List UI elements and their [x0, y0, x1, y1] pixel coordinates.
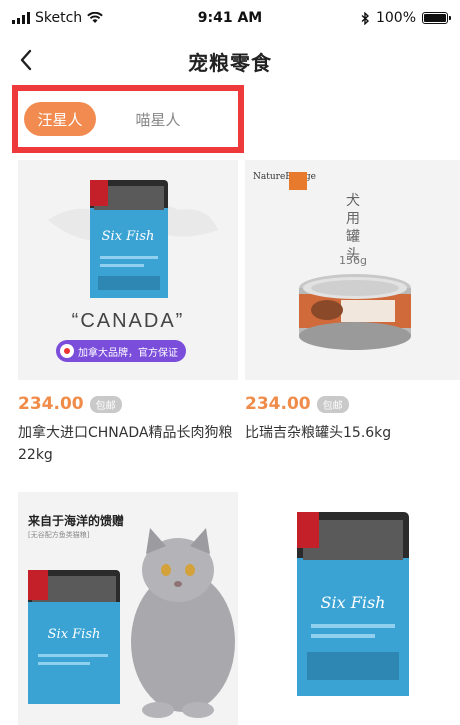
product-image[interactable]: Six Fish	[245, 492, 460, 725]
cat-food-bag-image: Six Fish	[28, 528, 235, 718]
product-image[interactable]: Six Fish “CANADA” 加拿大品牌，官方保证	[18, 160, 238, 380]
shipping-tag: 包邮	[89, 395, 122, 413]
svg-text:Six Fish: Six Fish	[48, 627, 101, 642]
fish-food-bag-image: Six Fish	[297, 512, 409, 696]
shipping-tag: 包邮	[316, 395, 349, 413]
svg-text:Six Fish: Six Fish	[102, 229, 155, 244]
price-row: 234.00 包邮	[18, 394, 122, 414]
battery-percent: 100%	[375, 10, 416, 26]
product-name[interactable]: 加拿大进口CHNADA精品长肉狗粮 22kg	[18, 422, 238, 466]
image-caption: “CANADA”	[71, 310, 185, 332]
svg-text:Six Fish: Six Fish	[321, 593, 386, 612]
category-tabs: 汪星人 喵星人	[12, 85, 244, 153]
battery-icon	[422, 12, 451, 24]
product-image[interactable]: NatureBridge 犬用罐头 156g	[245, 160, 460, 380]
product-price: 234.00	[18, 394, 84, 414]
status-bar: Sketch 9:41 AM 100%	[0, 0, 460, 36]
brand-guarantee-badge: 加拿大品牌，官方保证	[56, 340, 186, 362]
nav-bar: 宠粮零食	[0, 36, 460, 84]
product-name[interactable]: 比瑞吉杂粮罐头15.6kg	[245, 422, 460, 444]
status-right: 100%	[361, 10, 451, 26]
product-image[interactable]: 来自于海洋的馈赠 [无谷配方鱼类猫粮] Six Fish	[18, 492, 238, 725]
food-can-image	[299, 274, 411, 350]
price-row: 234.00 包邮	[245, 394, 349, 414]
maple-leaf-icon	[60, 344, 74, 358]
badge-text: 加拿大品牌，官方保证	[78, 347, 178, 359]
bluetooth-icon	[361, 11, 369, 25]
page-title: 宠粮零食	[188, 51, 272, 75]
tab-dogs[interactable]: 汪星人	[24, 102, 96, 136]
product-price: 234.00	[245, 394, 311, 414]
tab-cats[interactable]: 喵星人	[118, 102, 198, 136]
